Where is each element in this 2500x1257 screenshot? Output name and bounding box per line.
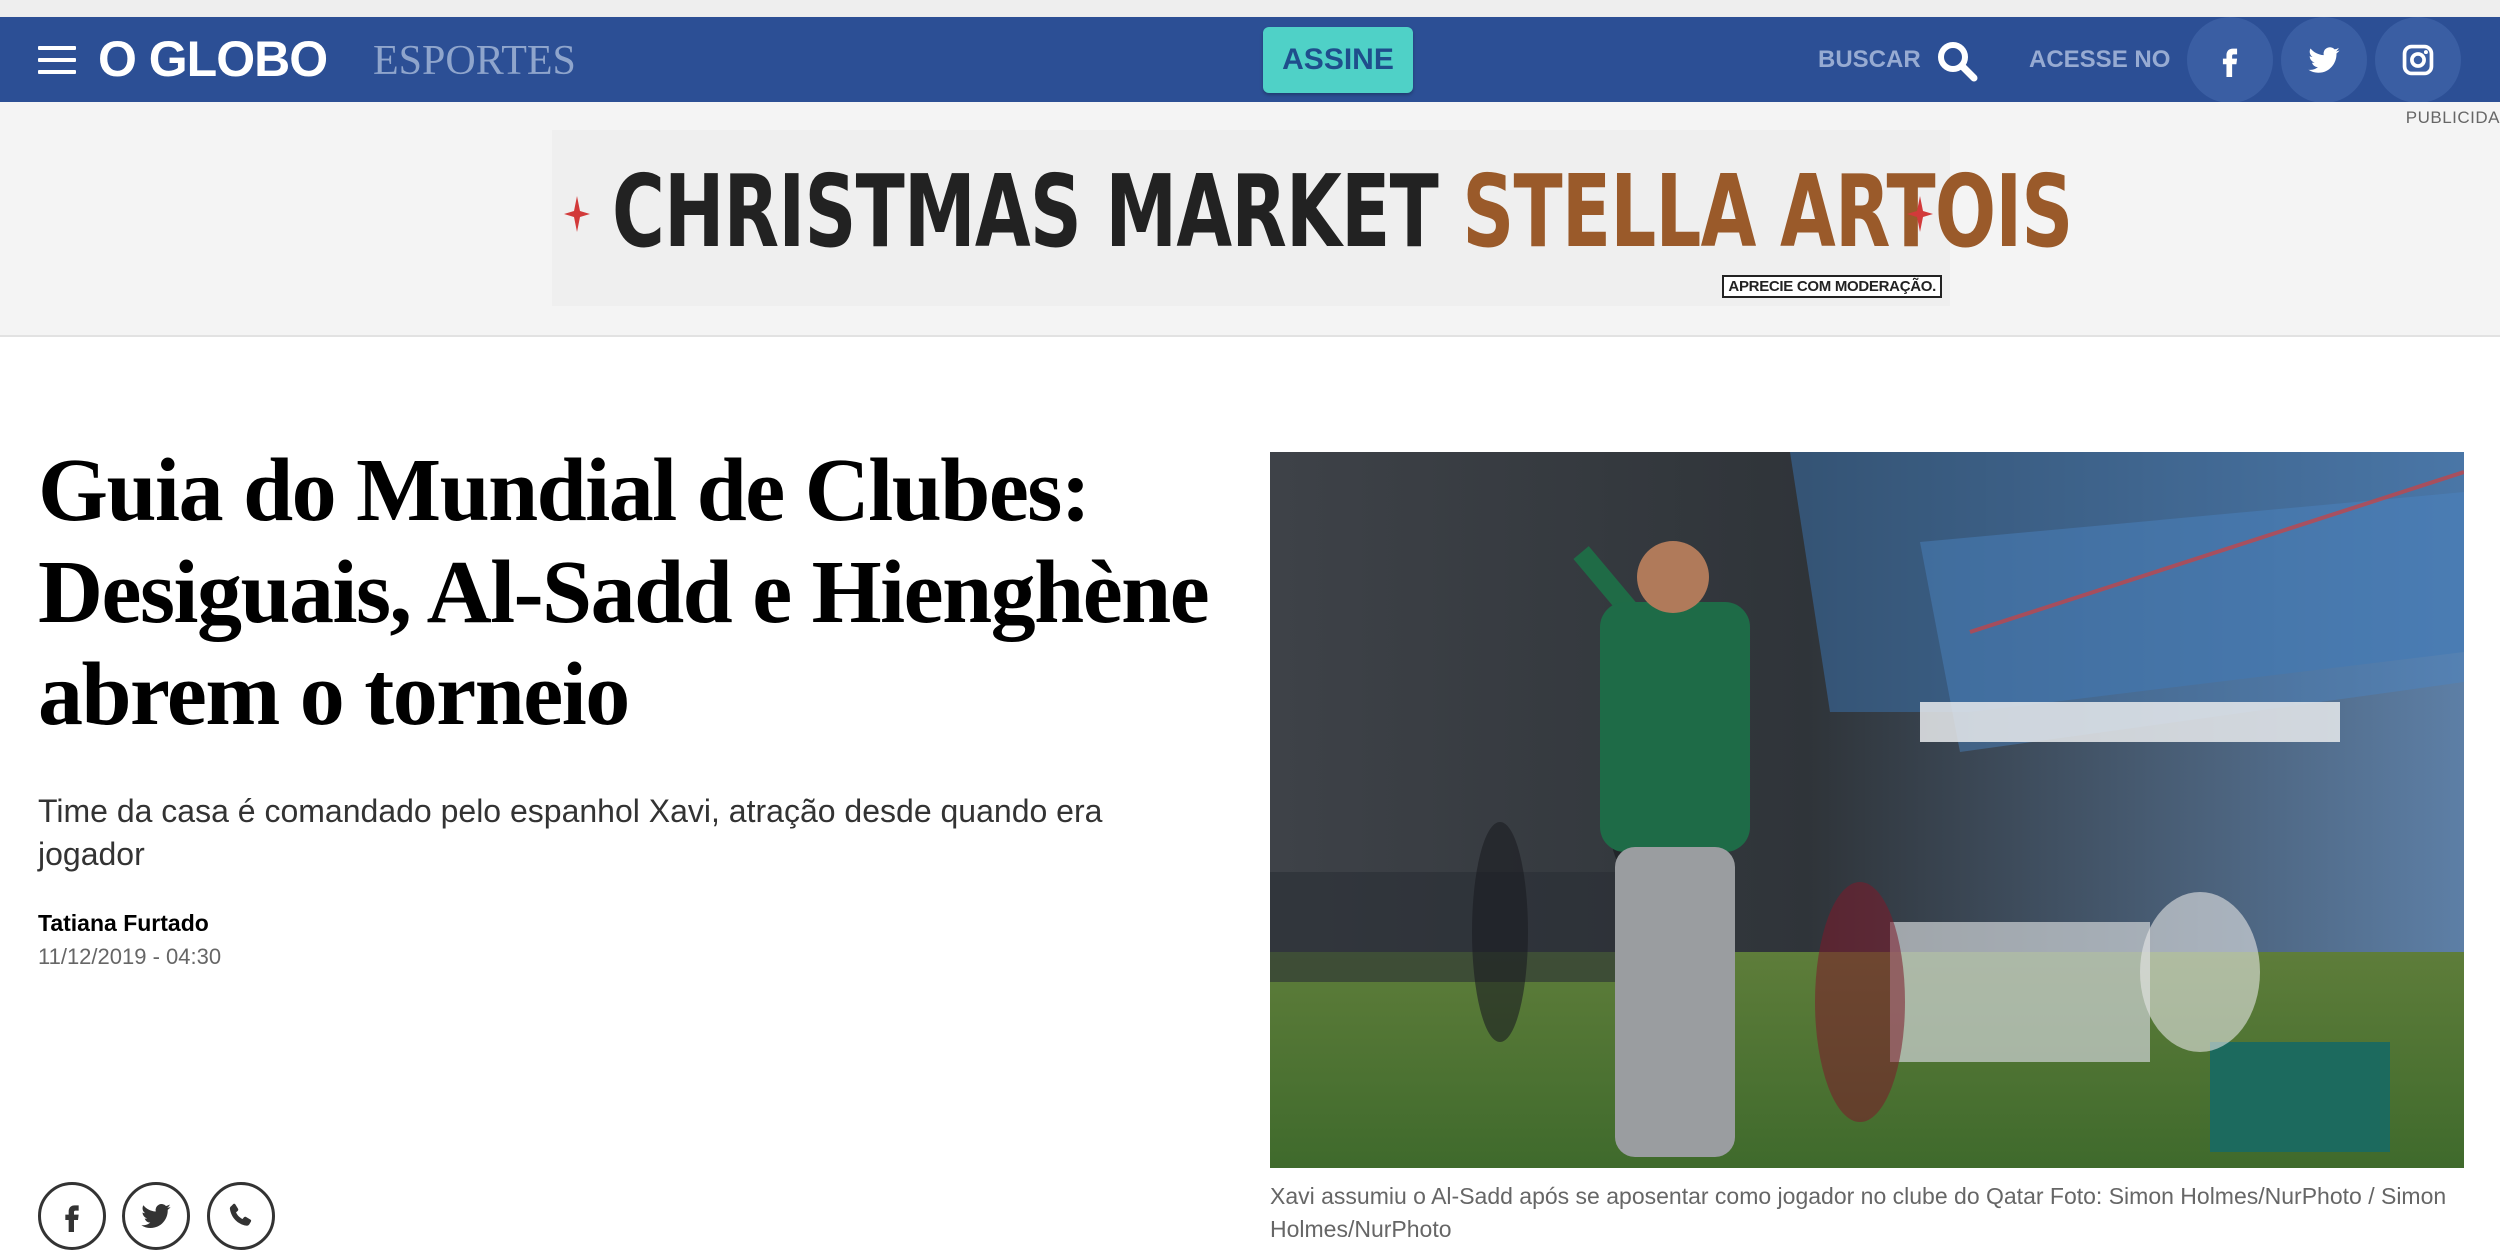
ad-banner-text: CHRISTMAS MARKET STELLA ARTOIS — [612, 152, 2073, 272]
search-label[interactable]: BUSCAR — [1818, 45, 1921, 75]
top-navbar: O GLOBO ESPORTES ASSINE BUSCAR ACESSE NO — [0, 17, 2500, 103]
share-twitter-button[interactable] — [122, 1182, 190, 1250]
site-logo[interactable]: O GLOBO — [98, 29, 328, 89]
access-on-label: ACESSE NO — [2029, 46, 2171, 73]
article-headline: Guia do Mundial de Clubes: Desiguais, Al… — [38, 441, 1210, 744]
facebook-header-button[interactable] — [2187, 17, 2273, 103]
ad-banner-text-part1: CHRISTMAS MARKET — [612, 153, 1439, 270]
hamburger-menu-icon[interactable] — [38, 44, 76, 76]
twitter-icon — [141, 1204, 171, 1228]
ad-banner-text-part2: STELLA ARTOIS — [1462, 153, 2073, 270]
facebook-icon — [2222, 48, 2238, 77]
facebook-icon — [65, 1205, 79, 1232]
star-icon — [564, 196, 590, 232]
ad-disclaimer: APRECIE COM MODERAÇÃO. — [1722, 275, 1942, 298]
article-subtitle: Time da casa é comandado pelo espanhol X… — [38, 793, 1103, 872]
photo-caption: Xavi assumiu o Al-Sadd após se aposentar… — [1270, 1183, 2447, 1242]
section-name[interactable]: ESPORTES — [373, 34, 576, 88]
article-date: 11/12/2019 - 04:30 — [38, 944, 222, 969]
star-icon — [1907, 196, 1933, 232]
article-photo[interactable] — [1270, 452, 2464, 1168]
share-facebook-button[interactable] — [38, 1182, 106, 1250]
share-whatsapp-button[interactable] — [207, 1182, 275, 1250]
whatsapp-icon — [229, 1203, 252, 1226]
advertisement-label: PUBLICIDA — [2405, 108, 2500, 127]
instagram-header-button[interactable] — [2375, 17, 2461, 103]
ad-banner[interactable]: CHRISTMAS MARKET STELLA ARTOIS APRECIE C… — [552, 130, 2073, 306]
search-icon[interactable] — [1936, 40, 1978, 82]
instagram-icon — [2402, 44, 2434, 76]
twitter-header-button[interactable] — [2281, 17, 2367, 103]
twitter-icon — [2308, 47, 2340, 73]
browser-top-strip — [0, 0, 2500, 17]
advertisement-area: PUBLICIDA CHRISTMAS MARKET STELLA ARTOIS… — [0, 102, 2500, 337]
article-author[interactable]: Tatiana Furtado — [38, 910, 209, 937]
subscribe-button[interactable]: ASSINE — [1263, 27, 1413, 93]
